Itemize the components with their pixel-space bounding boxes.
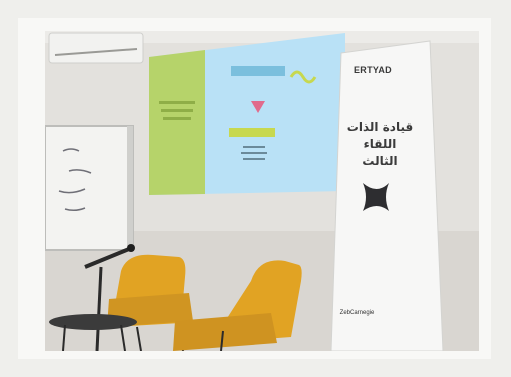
event-photo: ERTYAD قيادة الذات اللقاء الثالث ZebCarn… [45, 31, 479, 351]
banner-title-line-1: قيادة الذات [346, 120, 414, 134]
banner-title-line-2: اللقاء الثالث [362, 137, 398, 168]
side-table [49, 314, 137, 330]
banner-brand-logo: ERTYAD [354, 65, 392, 75]
banner-title: قيادة الذات اللقاء الثالث [345, 119, 415, 170]
air-conditioner [48, 32, 144, 64]
slide-box-top [231, 66, 285, 76]
roll-up-banner [330, 40, 444, 351]
banner-sponsor: ZebCarnegie [339, 310, 375, 316]
whiteboard [45, 125, 134, 251]
slide-box-bottom [229, 128, 275, 137]
slide-green-panel [149, 50, 205, 195]
photo-illustration [45, 31, 479, 351]
